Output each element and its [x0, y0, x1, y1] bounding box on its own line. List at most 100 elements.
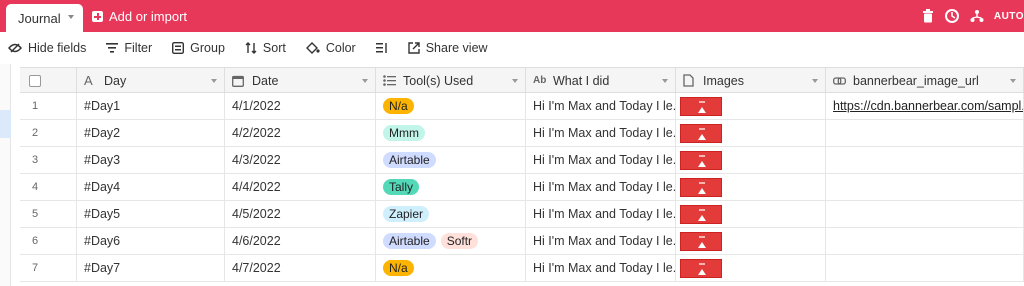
history-icon[interactable] — [944, 8, 960, 24]
filter-button[interactable]: Filter — [106, 41, 152, 55]
cell-bannerbear-url[interactable] — [826, 201, 1024, 227]
chevron-down-icon[interactable] — [362, 79, 368, 83]
cell-bannerbear-url[interactable] — [826, 255, 1024, 281]
add-or-import-button[interactable]: Add or import — [92, 9, 187, 24]
share-icon — [408, 42, 420, 54]
hide-fields-button[interactable]: Hide fields — [8, 41, 86, 55]
filter-label: Filter — [124, 41, 153, 55]
chevron-down-icon[interactable] — [211, 79, 217, 83]
cell-day[interactable]: #Day3 — [77, 147, 225, 173]
cell-date[interactable]: 4/2/2022 — [225, 120, 376, 146]
image-thumbnail[interactable] — [680, 150, 722, 170]
table-row[interactable]: 6 #Day6 4/6/2022 Airtable Softr Hi I'm Max an… — [20, 228, 1024, 255]
sidebar-collapsed[interactable] — [0, 64, 11, 286]
cell-images[interactable] — [676, 120, 826, 146]
column-header-date[interactable]: Date — [225, 68, 376, 93]
add-or-import-label: Add or import — [109, 9, 188, 24]
base-header-bar: Journal Add or import AUTO — [0, 0, 1024, 32]
cell-bannerbear-url[interactable]: https://cdn.bannerbear.com/sampl... — [826, 93, 1024, 119]
table-row[interactable]: 1 #Day1 4/1/2022 N/a Hi I'm Max and Today I … — [20, 93, 1024, 120]
image-thumbnail[interactable] — [680, 123, 722, 143]
cell-day[interactable]: #Day6 — [77, 228, 225, 254]
column-header-url[interactable]: bannerbear_image_url — [826, 68, 1024, 93]
image-thumbnail[interactable] — [680, 204, 722, 224]
image-thumbnail[interactable] — [680, 231, 722, 251]
share-view-button[interactable]: Share view — [408, 41, 488, 55]
cell-date[interactable]: 4/4/2022 — [225, 174, 376, 200]
table-row[interactable]: 3 #Day3 4/3/2022 Airtable Hi I'm Max and Tod… — [20, 147, 1024, 174]
cell-date[interactable]: 4/1/2022 — [225, 93, 376, 119]
table-row[interactable]: 4 #Day4 4/4/2022 Tally Hi I'm Max and Today … — [20, 174, 1024, 201]
cell-tools[interactable]: Airtable Softr — [376, 228, 526, 254]
cell-what-i-did[interactable]: Hi I'm Max and Today I le... — [526, 255, 676, 281]
cell-what-i-did[interactable]: Hi I'm Max and Today I le... — [526, 174, 676, 200]
row-height-icon — [375, 43, 387, 53]
cell-tools[interactable]: Tally — [376, 174, 526, 200]
column-header-what[interactable]: Ab What I did — [526, 68, 676, 93]
color-label: Color — [325, 41, 356, 55]
tool-tag: Tally — [383, 179, 420, 195]
cell-what-i-did[interactable]: Hi I'm Max and Today I le... — [526, 120, 676, 146]
cell-tools[interactable]: Mmm — [376, 120, 526, 146]
cell-day[interactable]: #Day4 — [77, 174, 225, 200]
url-link[interactable]: https://cdn.bannerbear.com/sampl... — [833, 99, 1023, 113]
cell-bannerbear-url[interactable] — [826, 120, 1024, 146]
automations-icon[interactable] — [970, 9, 984, 23]
image-thumbnail[interactable] — [680, 258, 722, 278]
column-header-day[interactable]: A Day — [77, 68, 225, 93]
column-header-tools-label: Tool(s) Used — [403, 73, 474, 88]
chevron-down-icon[interactable] — [68, 15, 74, 19]
row-number: 6 — [20, 228, 77, 254]
chevron-down-icon[interactable] — [1010, 79, 1016, 83]
group-button[interactable]: Group — [172, 41, 225, 55]
column-header-images[interactable]: Images — [676, 68, 826, 93]
cell-day[interactable]: #Day5 — [77, 201, 225, 227]
text-field-icon: A — [84, 73, 93, 88]
cell-images[interactable] — [676, 201, 826, 227]
tool-tag: Softr — [440, 233, 479, 249]
row-height-button[interactable] — [375, 42, 388, 54]
cell-tools[interactable]: N/a — [376, 93, 526, 119]
cell-images[interactable] — [676, 147, 826, 173]
image-thumbnail[interactable] — [680, 96, 722, 116]
select-all-checkbox[interactable] — [29, 74, 41, 87]
cell-images[interactable] — [676, 255, 826, 281]
cell-tools[interactable]: Airtable — [376, 147, 526, 173]
cell-tools[interactable]: Zapier — [376, 201, 526, 227]
cell-bannerbear-url[interactable] — [826, 228, 1024, 254]
cell-day[interactable]: #Day2 — [77, 120, 225, 146]
cell-bannerbear-url[interactable] — [826, 174, 1024, 200]
trash-icon[interactable] — [922, 9, 934, 23]
cell-date[interactable]: 4/6/2022 — [225, 228, 376, 254]
select-all-cell[interactable] — [20, 68, 77, 93]
table-row[interactable]: 5 #Day5 4/5/2022 Zapier Hi I'm Max and Today… — [20, 201, 1024, 228]
cell-what-i-did[interactable]: Hi I'm Max and Today I le... — [526, 201, 676, 227]
cell-what-i-did[interactable]: Hi I'm Max and Today I le... — [526, 228, 676, 254]
cell-day[interactable]: #Day7 — [77, 255, 225, 281]
column-header-tools[interactable]: Tool(s) Used — [376, 68, 526, 93]
cell-date[interactable]: 4/3/2022 — [225, 147, 376, 173]
cell-bannerbear-url[interactable] — [826, 147, 1024, 173]
tool-tag: Airtable — [383, 233, 436, 249]
cell-images[interactable] — [676, 228, 826, 254]
tab-journal[interactable]: Journal — [6, 4, 83, 32]
cell-day[interactable]: #Day1 — [77, 93, 225, 119]
table-row[interactable]: 2 #Day2 4/2/2022 Mmm Hi I'm Max and Today I … — [20, 120, 1024, 147]
color-button[interactable]: Color — [305, 41, 356, 55]
chevron-down-icon[interactable] — [512, 79, 518, 83]
image-thumbnail[interactable] — [680, 177, 722, 197]
automations-label[interactable]: AUTO — [994, 11, 1024, 22]
cell-date[interactable]: 4/5/2022 — [225, 201, 376, 227]
row-number: 5 — [20, 201, 77, 227]
row-number: 4 — [20, 174, 77, 200]
sort-button[interactable]: Sort — [245, 41, 286, 55]
cell-what-i-did[interactable]: Hi I'm Max and Today I le... — [526, 147, 676, 173]
chevron-down-icon[interactable] — [812, 79, 818, 83]
cell-what-i-did[interactable]: Hi I'm Max and Today I le... — [526, 93, 676, 119]
cell-date[interactable]: 4/7/2022 — [225, 255, 376, 281]
cell-images[interactable] — [676, 93, 826, 119]
cell-images[interactable] — [676, 174, 826, 200]
table-row[interactable]: 7 #Day7 4/7/2022 N/a Hi I'm Max and Today I … — [20, 255, 1024, 282]
cell-tools[interactable]: N/a — [376, 255, 526, 281]
chevron-down-icon[interactable] — [662, 79, 668, 83]
